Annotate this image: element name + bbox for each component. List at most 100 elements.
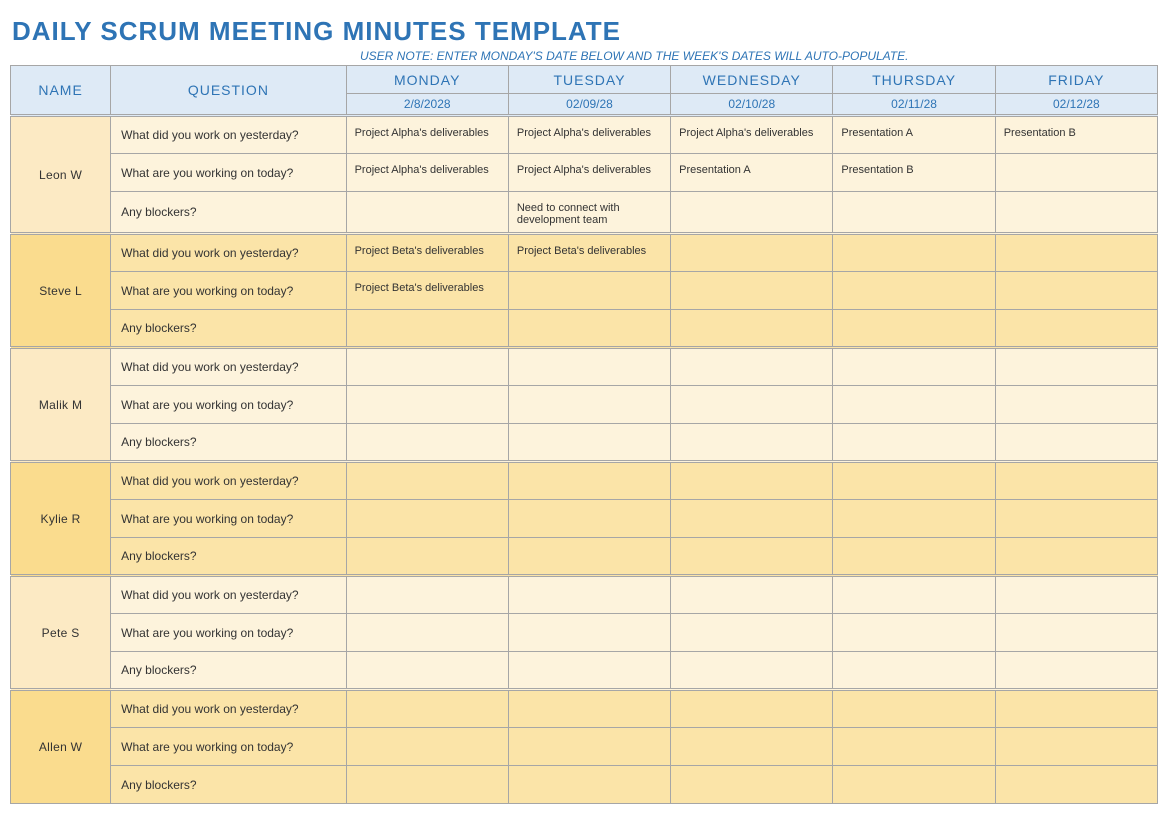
- answer-cell[interactable]: Need to connect with development team: [508, 192, 670, 234]
- answer-cell[interactable]: [995, 576, 1157, 614]
- answer-cell[interactable]: [995, 348, 1157, 386]
- answer-cell[interactable]: [508, 652, 670, 690]
- person-name[interactable]: Malik M: [11, 348, 111, 462]
- answer-cell[interactable]: [995, 462, 1157, 500]
- answer-cell[interactable]: [671, 348, 833, 386]
- answer-cell[interactable]: [346, 538, 508, 576]
- answer-cell[interactable]: Project Beta's deliverables: [346, 272, 508, 310]
- question-label: What did you work on yesterday?: [111, 462, 346, 500]
- answer-cell[interactable]: [346, 500, 508, 538]
- answer-cell[interactable]: [833, 652, 995, 690]
- person-name[interactable]: Allen W: [11, 690, 111, 804]
- answer-cell[interactable]: [833, 614, 995, 652]
- answer-cell[interactable]: [995, 500, 1157, 538]
- answer-cell[interactable]: Presentation A: [671, 154, 833, 192]
- answer-cell[interactable]: [833, 234, 995, 272]
- answer-cell[interactable]: [346, 424, 508, 462]
- header-name: NAME: [11, 66, 111, 116]
- answer-cell[interactable]: Project Beta's deliverables: [346, 234, 508, 272]
- answer-cell[interactable]: [508, 500, 670, 538]
- answer-cell[interactable]: [671, 462, 833, 500]
- answer-cell[interactable]: [346, 652, 508, 690]
- answer-cell[interactable]: [995, 690, 1157, 728]
- answer-cell[interactable]: [995, 424, 1157, 462]
- answer-cell[interactable]: [346, 386, 508, 424]
- person-name[interactable]: Leon W: [11, 116, 111, 234]
- answer-cell[interactable]: [671, 690, 833, 728]
- answer-cell[interactable]: [671, 386, 833, 424]
- header-day-tuesday: TUESDAY: [508, 66, 670, 94]
- answer-cell[interactable]: Presentation B: [833, 154, 995, 192]
- answer-cell[interactable]: [833, 192, 995, 234]
- answer-cell[interactable]: [995, 728, 1157, 766]
- answer-cell[interactable]: [833, 462, 995, 500]
- answer-cell[interactable]: [508, 272, 670, 310]
- answer-cell[interactable]: [508, 348, 670, 386]
- answer-cell[interactable]: Project Alpha's deliverables: [346, 154, 508, 192]
- answer-cell[interactable]: [508, 424, 670, 462]
- person-name[interactable]: Steve L: [11, 234, 111, 348]
- answer-cell[interactable]: Presentation B: [995, 116, 1157, 154]
- answer-cell[interactable]: Project Beta's deliverables: [508, 234, 670, 272]
- answer-cell[interactable]: [671, 576, 833, 614]
- answer-cell[interactable]: [346, 192, 508, 234]
- answer-cell[interactable]: [508, 310, 670, 348]
- answer-cell[interactable]: [346, 614, 508, 652]
- answer-cell[interactable]: [833, 348, 995, 386]
- answer-cell[interactable]: Project Alpha's deliverables: [508, 116, 670, 154]
- answer-cell[interactable]: [346, 766, 508, 804]
- answer-cell[interactable]: [508, 728, 670, 766]
- answer-cell[interactable]: Presentation A: [833, 116, 995, 154]
- answer-cell[interactable]: [508, 766, 670, 804]
- answer-cell[interactable]: [833, 690, 995, 728]
- answer-cell[interactable]: [995, 538, 1157, 576]
- answer-cell[interactable]: [995, 614, 1157, 652]
- answer-cell[interactable]: [671, 272, 833, 310]
- person-name[interactable]: Kylie R: [11, 462, 111, 576]
- answer-cell[interactable]: [833, 728, 995, 766]
- answer-cell[interactable]: Project Alpha's deliverables: [508, 154, 670, 192]
- answer-cell[interactable]: [346, 348, 508, 386]
- answer-cell[interactable]: [671, 500, 833, 538]
- answer-cell[interactable]: [995, 310, 1157, 348]
- answer-cell[interactable]: [671, 766, 833, 804]
- answer-cell[interactable]: [671, 234, 833, 272]
- answer-cell[interactable]: [995, 154, 1157, 192]
- answer-cell[interactable]: Project Alpha's deliverables: [671, 116, 833, 154]
- answer-cell[interactable]: [833, 386, 995, 424]
- answer-cell[interactable]: [995, 766, 1157, 804]
- answer-cell[interactable]: [346, 728, 508, 766]
- answer-cell[interactable]: [508, 576, 670, 614]
- answer-cell[interactable]: [995, 652, 1157, 690]
- answer-cell[interactable]: Project Alpha's deliverables: [346, 116, 508, 154]
- answer-cell[interactable]: [671, 614, 833, 652]
- answer-cell[interactable]: [833, 310, 995, 348]
- answer-cell[interactable]: [671, 728, 833, 766]
- answer-cell[interactable]: [346, 690, 508, 728]
- answer-cell[interactable]: [995, 386, 1157, 424]
- answer-cell[interactable]: [508, 386, 670, 424]
- answer-cell[interactable]: [995, 234, 1157, 272]
- answer-cell[interactable]: [833, 766, 995, 804]
- answer-cell[interactable]: [833, 500, 995, 538]
- header-date-monday[interactable]: 2/8/2028: [346, 94, 508, 116]
- person-name[interactable]: Pete S: [11, 576, 111, 690]
- answer-cell[interactable]: [671, 538, 833, 576]
- answer-cell[interactable]: [508, 538, 670, 576]
- answer-cell[interactable]: [833, 272, 995, 310]
- answer-cell[interactable]: [833, 576, 995, 614]
- answer-cell[interactable]: [671, 192, 833, 234]
- answer-cell[interactable]: [833, 424, 995, 462]
- answer-cell[interactable]: [346, 310, 508, 348]
- answer-cell[interactable]: [346, 576, 508, 614]
- answer-cell[interactable]: [671, 310, 833, 348]
- answer-cell[interactable]: [508, 614, 670, 652]
- answer-cell[interactable]: [833, 538, 995, 576]
- answer-cell[interactable]: [508, 690, 670, 728]
- answer-cell[interactable]: [508, 462, 670, 500]
- answer-cell[interactable]: [995, 192, 1157, 234]
- answer-cell[interactable]: [995, 272, 1157, 310]
- answer-cell[interactable]: [346, 462, 508, 500]
- answer-cell[interactable]: [671, 652, 833, 690]
- answer-cell[interactable]: [671, 424, 833, 462]
